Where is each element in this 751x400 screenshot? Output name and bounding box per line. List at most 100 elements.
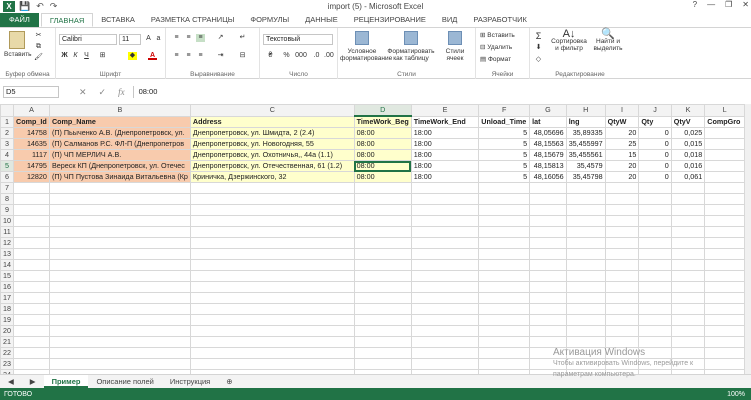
cell-d7[interactable] [353, 182, 412, 194]
cell-d13[interactable] [353, 248, 412, 260]
cell-a22[interactable] [13, 347, 50, 359]
cell-e5[interactable]: 18:00 [410, 160, 480, 172]
cell-f12[interactable] [478, 237, 531, 249]
cell-d15[interactable] [353, 270, 412, 282]
cell-d12[interactable] [353, 237, 412, 249]
cell-c5[interactable]: Днепропетровск, ул. Отечественная, 61 (1… [189, 160, 355, 172]
cell-k10[interactable] [670, 215, 706, 227]
cell-l20[interactable] [704, 325, 745, 337]
cell-i11[interactable] [604, 226, 640, 238]
cell-h11[interactable] [565, 226, 606, 238]
cell-d22[interactable] [353, 347, 412, 359]
cell-f10[interactable] [478, 215, 531, 227]
enter-icon[interactable]: ✓ [99, 87, 107, 98]
cell-l5[interactable] [704, 160, 745, 172]
cancel-icon[interactable]: ✕ [79, 87, 87, 98]
conditional-formatting-button[interactable]: Условное форматирование [340, 31, 392, 62]
row-header[interactable]: 6 [0, 171, 14, 183]
cell-b15[interactable] [48, 270, 191, 282]
cell-e10[interactable] [410, 215, 480, 227]
cell-g2[interactable]: 48,05696 [529, 127, 567, 139]
cell-a16[interactable] [13, 281, 50, 293]
cell-i1[interactable]: QtyW [604, 115, 640, 128]
cell-j11[interactable] [638, 226, 672, 238]
cell-h7[interactable] [565, 182, 606, 194]
cell-f5[interactable]: 5 [478, 160, 531, 172]
cell-d4[interactable]: 08:00 [353, 149, 412, 161]
cell-g4[interactable]: 48,15679 [529, 149, 567, 161]
cell-a5[interactable]: 14795 [13, 160, 50, 172]
row-header[interactable]: 15 [0, 270, 14, 282]
cell-f15[interactable] [478, 270, 531, 282]
cell-d3[interactable]: 08:00 [353, 138, 412, 150]
cell-c1[interactable]: Address [189, 115, 355, 128]
format-painter-icon[interactable]: 🖌 [34, 54, 43, 62]
cell-k11[interactable] [670, 226, 706, 238]
cell-h12[interactable] [565, 237, 606, 249]
cell-d23[interactable] [353, 358, 412, 370]
cell-b5[interactable]: Вереск КП (Днепропетровск, ул. Отечес [48, 160, 191, 172]
cell-a7[interactable] [13, 182, 50, 194]
cell-b17[interactable] [48, 292, 191, 304]
cell-l4[interactable] [704, 149, 745, 161]
percent-button[interactable]: % [282, 52, 291, 60]
cell-l3[interactable] [704, 138, 745, 150]
cell-k15[interactable] [670, 270, 706, 282]
tab-insert[interactable]: ВСТАВКА [93, 13, 143, 27]
cell-h14[interactable] [565, 259, 606, 271]
cell-k17[interactable] [670, 292, 706, 304]
cell-b10[interactable] [48, 215, 191, 227]
cell-c20[interactable] [189, 325, 355, 337]
wrap-text-icon[interactable]: ↵ [238, 34, 247, 42]
cell-g10[interactable] [529, 215, 567, 227]
sort-filter-button[interactable]: A↓ Сортировка и фильтр [550, 29, 588, 53]
tab-review[interactable]: РЕЦЕНЗИРОВАНИЕ [346, 13, 434, 27]
name-box[interactable]: D5 [3, 86, 59, 98]
cell-c15[interactable] [189, 270, 355, 282]
align-left-icon[interactable]: ≡ [172, 52, 181, 60]
bold-button[interactable]: Ж [60, 52, 69, 60]
cell-e18[interactable] [410, 303, 480, 315]
cell-h15[interactable] [565, 270, 606, 282]
cell-b4[interactable]: (П) ЧП МЕРЛИЧ А.В. [48, 149, 191, 161]
cell-d21[interactable] [353, 336, 412, 348]
align-middle-icon[interactable]: ≡ [184, 34, 193, 42]
align-right-icon[interactable]: ≡ [196, 52, 205, 60]
row-header[interactable]: 7 [0, 182, 14, 194]
row-header[interactable]: 2 [0, 127, 14, 139]
cell-e2[interactable]: 18:00 [410, 127, 480, 139]
format-cells-button[interactable]: ▤ Формат [480, 56, 511, 63]
cell-k9[interactable] [670, 204, 706, 216]
cell-a2[interactable]: 14758 [13, 127, 50, 139]
cell-b20[interactable] [48, 325, 191, 337]
autosum-button[interactable]: Σ [534, 32, 543, 41]
row-header[interactable]: 10 [0, 215, 14, 227]
cell-i9[interactable] [604, 204, 640, 216]
cell-l12[interactable] [704, 237, 745, 249]
cell-j13[interactable] [638, 248, 672, 260]
cell-a12[interactable] [13, 237, 50, 249]
cell-i12[interactable] [604, 237, 640, 249]
clear-icon[interactable]: ◇ [534, 56, 543, 64]
fill-icon[interactable]: ⬇ [534, 44, 543, 52]
cell-k3[interactable]: 0,015 [670, 138, 706, 150]
cell-c16[interactable] [189, 281, 355, 293]
cell-k19[interactable] [670, 314, 706, 326]
cell-i18[interactable] [604, 303, 640, 315]
row-header[interactable]: 14 [0, 259, 14, 271]
cell-k21[interactable] [670, 336, 706, 348]
cell-e11[interactable] [410, 226, 480, 238]
cell-f17[interactable] [478, 292, 531, 304]
tab-page-layout[interactable]: РАЗМЕТКА СТРАНИЦЫ [143, 13, 242, 27]
cell-c9[interactable] [189, 204, 355, 216]
cell-c11[interactable] [189, 226, 355, 238]
cell-j10[interactable] [638, 215, 672, 227]
cell-b16[interactable] [48, 281, 191, 293]
cell-e17[interactable] [410, 292, 480, 304]
row-header[interactable]: 20 [0, 325, 14, 337]
cell-g3[interactable]: 48,15563 [529, 138, 567, 150]
next-sheet-icon[interactable]: ▶ [22, 375, 44, 388]
cell-i13[interactable] [604, 248, 640, 260]
cell-i5[interactable]: 20 [604, 160, 640, 172]
tab-data[interactable]: ДАННЫЕ [297, 13, 346, 27]
